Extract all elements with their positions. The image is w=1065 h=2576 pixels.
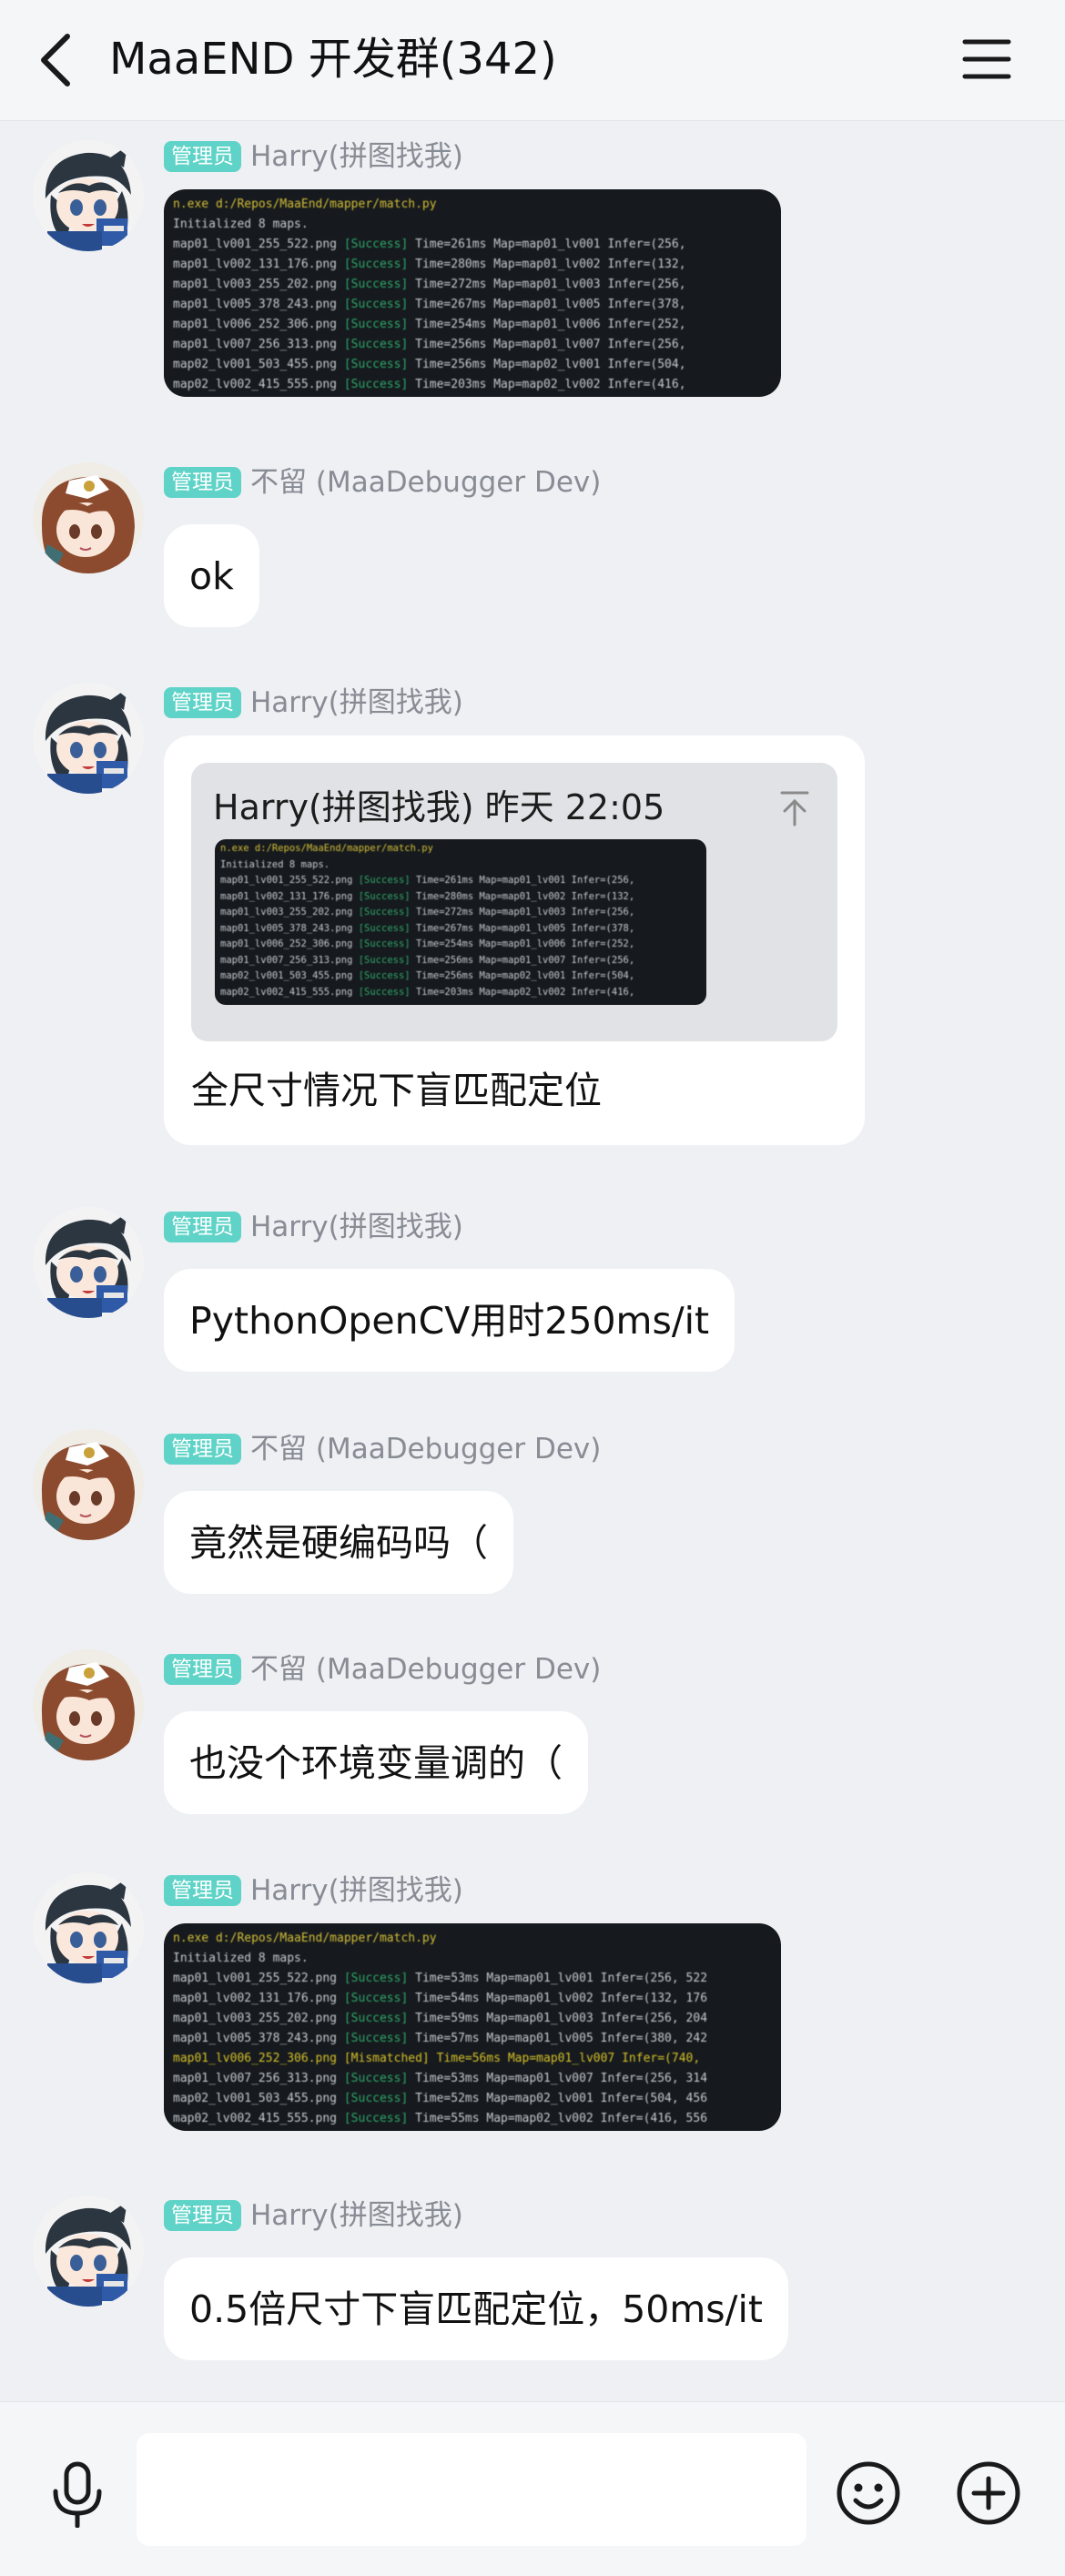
- avatar[interactable]: [33, 1649, 144, 1760]
- quoted-image[interactable]: n.exe d:/Repos/MaaEnd/mapper/match.py In…: [215, 839, 706, 1005]
- admin-badge: 管理员: [164, 141, 241, 172]
- sender-name[interactable]: Harry(拼图找我): [250, 685, 463, 721]
- avatar[interactable]: [33, 683, 144, 794]
- quoted-message[interactable]: Harry(拼图找我) 昨天 22:05 n.exe d:/Repos/MaaE…: [191, 763, 837, 1041]
- sender-name[interactable]: 不留 (MaaDebugger Dev): [250, 1431, 601, 1467]
- image-message[interactable]: n.exe d:/Repos/MaaEnd/mapper/match.py In…: [164, 1923, 781, 2131]
- message-input[interactable]: [137, 2433, 806, 2546]
- text-bubble[interactable]: 0.5倍尺寸下盲匹配定位，50ms/it: [164, 2257, 788, 2360]
- admin-badge: 管理员: [164, 2200, 241, 2231]
- avatar[interactable]: [33, 462, 144, 573]
- emoji-icon[interactable]: [836, 2460, 901, 2526]
- sender-meta: 管理员 Harry(拼图找我): [164, 138, 463, 175]
- sender-name[interactable]: Harry(拼图找我): [250, 138, 463, 175]
- jump-to-top-icon[interactable]: [779, 790, 810, 827]
- plus-icon[interactable]: [956, 2460, 1021, 2526]
- sender-name[interactable]: Harry(拼图找我): [250, 1872, 463, 1909]
- message-item: 管理员 不留 (MaaDebugger Dev) 竟然是硬编码吗（: [0, 1429, 1065, 1602]
- reply-text: 全尺寸情况下盲匹配定位: [191, 1069, 602, 1112]
- message-item: 管理员 不留 (MaaDebugger Dev) ok: [0, 462, 1065, 635]
- chat-title[interactable]: MaaEND 开发群(342): [109, 27, 557, 91]
- terminal-screenshot: n.exe d:/Repos/MaaEnd/mapper/match.py In…: [173, 1932, 708, 2125]
- sender-meta: 管理员 Harry(拼图找我): [164, 1872, 463, 1909]
- sender-meta: 管理员 不留 (MaaDebugger Dev): [164, 1431, 601, 1467]
- admin-badge: 管理员: [164, 1434, 241, 1465]
- text-bubble[interactable]: 也没个环境变量调的（: [164, 1711, 588, 1814]
- sender-name[interactable]: Harry(拼图找我): [250, 2197, 463, 2234]
- sender-meta: 管理员 Harry(拼图找我): [164, 2197, 463, 2234]
- microphone-icon[interactable]: [47, 2460, 107, 2528]
- admin-badge: 管理员: [164, 1212, 241, 1242]
- avatar[interactable]: [33, 140, 144, 251]
- text-bubble[interactable]: PythonOpenCV用时250ms/it: [164, 1269, 735, 1372]
- avatar[interactable]: [33, 1207, 144, 1318]
- message-item: 管理员 Harry(拼图找我) n.exe d:/Repos/MaaEnd/map…: [0, 137, 1065, 410]
- sender-name[interactable]: 不留 (MaaDebugger Dev): [250, 1651, 601, 1688]
- admin-badge: 管理员: [164, 1654, 241, 1685]
- message-item: 管理员 Harry(拼图找我) Harry(拼图找我) 昨天 22:05 n.ex…: [0, 683, 1065, 1156]
- sender-name[interactable]: Harry(拼图找我): [250, 1209, 463, 1245]
- terminal-screenshot: n.exe d:/Repos/MaaEnd/mapper/match.py In…: [173, 198, 686, 391]
- avatar[interactable]: [33, 1429, 144, 1540]
- message-item: 管理员 不留 (MaaDebugger Dev) 也没个环境变量调的（: [0, 1649, 1065, 1822]
- terminal-screenshot: n.exe d:/Repos/MaaEnd/mapper/match.py In…: [220, 843, 635, 998]
- message-item: 管理员 Harry(拼图找我) PythonOpenCV用时250ms/it: [0, 1207, 1065, 1380]
- sender-meta: 管理员 Harry(拼图找我): [164, 685, 463, 721]
- message-item: 管理员 Harry(拼图找我) n.exe d:/Repos/MaaEnd/map…: [0, 1871, 1065, 2144]
- image-message[interactable]: n.exe d:/Repos/MaaEnd/mapper/match.py In…: [164, 189, 781, 397]
- input-bar: [0, 2401, 1065, 2576]
- back-arrow-icon[interactable]: [36, 33, 76, 87]
- sender-name[interactable]: 不留 (MaaDebugger Dev): [250, 464, 601, 501]
- sender-meta: 管理员 不留 (MaaDebugger Dev): [164, 1651, 601, 1688]
- sender-meta: 管理员 不留 (MaaDebugger Dev): [164, 464, 601, 501]
- reply-bubble[interactable]: Harry(拼图找我) 昨天 22:05 n.exe d:/Repos/MaaE…: [164, 735, 865, 1145]
- menu-icon[interactable]: [961, 36, 1012, 82]
- quote-author-time: Harry(拼图找我) 昨天 22:05: [213, 787, 665, 827]
- chat-header: MaaEND 开发群(342): [0, 0, 1065, 121]
- admin-badge: 管理员: [164, 687, 241, 718]
- avatar[interactable]: [33, 2196, 144, 2307]
- admin-badge: 管理员: [164, 467, 241, 498]
- text-bubble[interactable]: ok: [164, 524, 259, 627]
- avatar[interactable]: [33, 1872, 144, 1983]
- admin-badge: 管理员: [164, 1875, 241, 1906]
- text-bubble[interactable]: 竟然是硬编码吗（: [164, 1491, 513, 1594]
- message-item: 管理员 Harry(拼图找我) 0.5倍尺寸下盲匹配定位，50ms/it: [0, 2196, 1065, 2368]
- sender-meta: 管理员 Harry(拼图找我): [164, 1209, 463, 1245]
